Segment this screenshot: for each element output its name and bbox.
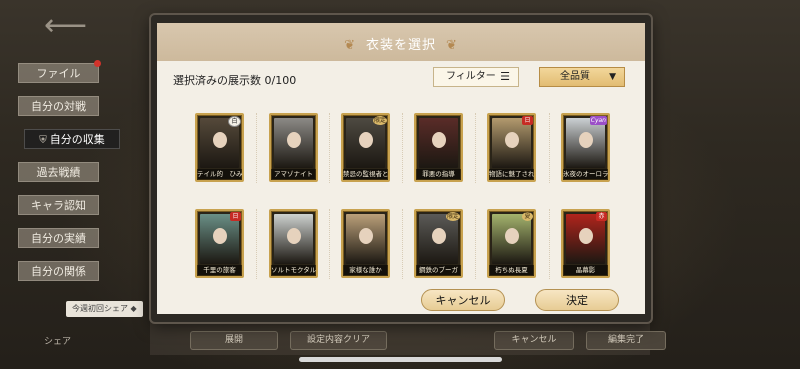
costume-name: 鋼鉄のブーガ (416, 265, 461, 276)
costume-badge: 夏 (522, 212, 533, 221)
character-face (286, 132, 301, 148)
edit-done-button[interactable]: 編集完了 (586, 331, 666, 350)
costume-portrait (200, 214, 239, 264)
character-face (358, 132, 373, 148)
costume-badge: 限定 (445, 212, 460, 221)
bg-cancel-button[interactable]: キャンセル (494, 331, 574, 350)
costume-portrait (492, 118, 531, 168)
costume-name: 氷夜のオーロラ (563, 169, 608, 180)
costume-badge: 白 (228, 116, 241, 127)
clear-settings-button[interactable]: 設定内容クリア (290, 331, 387, 350)
costume-portrait (274, 118, 313, 168)
costume-card[interactable]: アマゾナイト (269, 113, 318, 182)
grid-separator (402, 209, 404, 279)
share-tag: 今週初回シェア ◆ (66, 301, 143, 317)
grid-separator (475, 113, 477, 183)
costume-name: 千里の旅客 (197, 265, 242, 276)
costume-card[interactable]: 朽ちぬ長夏 夏 (487, 209, 536, 278)
costume-badge: 赤 (596, 212, 607, 221)
costume-card[interactable]: ソルトモクタル (269, 209, 318, 278)
side-item-character[interactable]: キャラ認知 (18, 195, 99, 215)
character-face (431, 228, 446, 244)
expand-button[interactable]: 展開 (190, 331, 278, 350)
character-face (358, 228, 373, 244)
costume-card[interactable]: 鋼鉄のブーガ 限定 (414, 209, 463, 278)
notification-dot (94, 60, 101, 67)
side-item-relations[interactable]: 自分の関係 (18, 261, 99, 281)
costume-portrait (492, 214, 531, 264)
costume-portrait (346, 118, 385, 168)
grid-separator (256, 113, 258, 183)
costume-name: 禁忌の監視者と影の薬 (343, 169, 388, 180)
costume-name: テイル的 ひみつの (197, 169, 242, 180)
dialog-title-bar: ❦ 衣装を選択 ❦ (157, 23, 645, 61)
costume-select-dialog: ❦ 衣装を選択 ❦ 選択済みの展示数 0/100 フィルター ☰ 全品質 ▼ テイル… (151, 15, 651, 322)
costume-portrait (566, 214, 605, 264)
costume-card[interactable]: 氷夜のオーロラ Cyan (561, 113, 610, 182)
dialog-title: ❦ 衣装を選択 ❦ (344, 38, 458, 53)
character-face (212, 228, 227, 244)
character-face (431, 132, 446, 148)
selection-count: 選択済みの展示数 0/100 (173, 74, 297, 87)
share-label[interactable]: シェア (44, 334, 71, 347)
costume-name: ソルトモクタル (271, 265, 316, 276)
costume-portrait (419, 118, 458, 168)
wheat-ornament-icon: ❦ (344, 38, 356, 53)
wheat-ornament-icon: ❦ (446, 38, 458, 53)
costume-portrait (346, 214, 385, 264)
character-face (578, 228, 593, 244)
side-item-battles[interactable]: 自分の対戦 (18, 96, 99, 116)
side-menu: ファイル 自分の対戦 ⛨ 自分の収集 過去戦績 キャラ認知 自分の実績 自分の関係 (18, 60, 120, 294)
grid-separator (475, 209, 477, 279)
character-face (504, 228, 519, 244)
costume-name: 朽ちぬ長夏 (489, 265, 534, 276)
quality-dropdown[interactable]: 全品質 ▼ (539, 67, 625, 87)
side-item-file[interactable]: ファイル (18, 60, 101, 83)
dialog-panel: ❦ 衣装を選択 ❦ 選択済みの展示数 0/100 フィルター ☰ 全品質 ▼ テイル… (157, 23, 645, 314)
grid-separator (549, 113, 551, 183)
costume-card[interactable]: 千里の旅客 日 (195, 209, 244, 278)
side-item-history[interactable]: 過去戦績 (18, 162, 99, 182)
costume-name: 物語に魅了された少女 (489, 169, 534, 180)
character-face (578, 132, 593, 148)
side-item-achievements[interactable]: 自分の実績 (18, 228, 99, 248)
costume-portrait (274, 214, 313, 264)
costume-card[interactable]: 罪悪の指導 (414, 113, 463, 182)
costume-card[interactable]: 家様な誰か (341, 209, 390, 278)
costume-card[interactable]: テイル的 ひみつの 白 (195, 113, 244, 182)
list-icon: ☰ (500, 70, 510, 83)
costume-card[interactable]: 物語に魅了された少女 日 (487, 113, 536, 182)
chevron-down-icon: ▼ (609, 72, 616, 82)
grid-separator (329, 113, 331, 183)
grid-separator (329, 209, 331, 279)
costume-portrait (566, 118, 605, 168)
confirm-button[interactable]: 決定 (535, 289, 619, 311)
costume-badge: 日 (230, 212, 241, 221)
character-face (286, 228, 301, 244)
grid-separator (256, 209, 258, 279)
costume-badge: 日 (522, 116, 533, 125)
costume-card[interactable]: 禁忌の監視者と影の薬 限定 (341, 113, 390, 182)
costume-name: アマゾナイト (271, 169, 316, 180)
grid-separator (549, 209, 551, 279)
grid-separator (402, 113, 404, 183)
home-indicator (299, 357, 502, 362)
character-face (504, 132, 519, 148)
character-face (212, 132, 227, 148)
costume-name: 晶幕影 (563, 265, 608, 276)
costume-card[interactable]: 晶幕影 赤 (561, 209, 610, 278)
filter-button[interactable]: フィルター ☰ (433, 67, 519, 87)
costume-name: 罪悪の指導 (416, 169, 461, 180)
costume-portrait (419, 214, 458, 264)
costume-name: 家様な誰か (343, 265, 388, 276)
costume-badge: Cyan (589, 116, 607, 125)
shield-icon: ⛨ (39, 135, 47, 146)
costume-badge: 限定 (372, 116, 387, 125)
back-icon[interactable]: ⟵ (44, 10, 87, 42)
cancel-button[interactable]: キャンセル (421, 289, 505, 311)
side-item-collection[interactable]: ⛨ 自分の収集 (24, 129, 120, 149)
